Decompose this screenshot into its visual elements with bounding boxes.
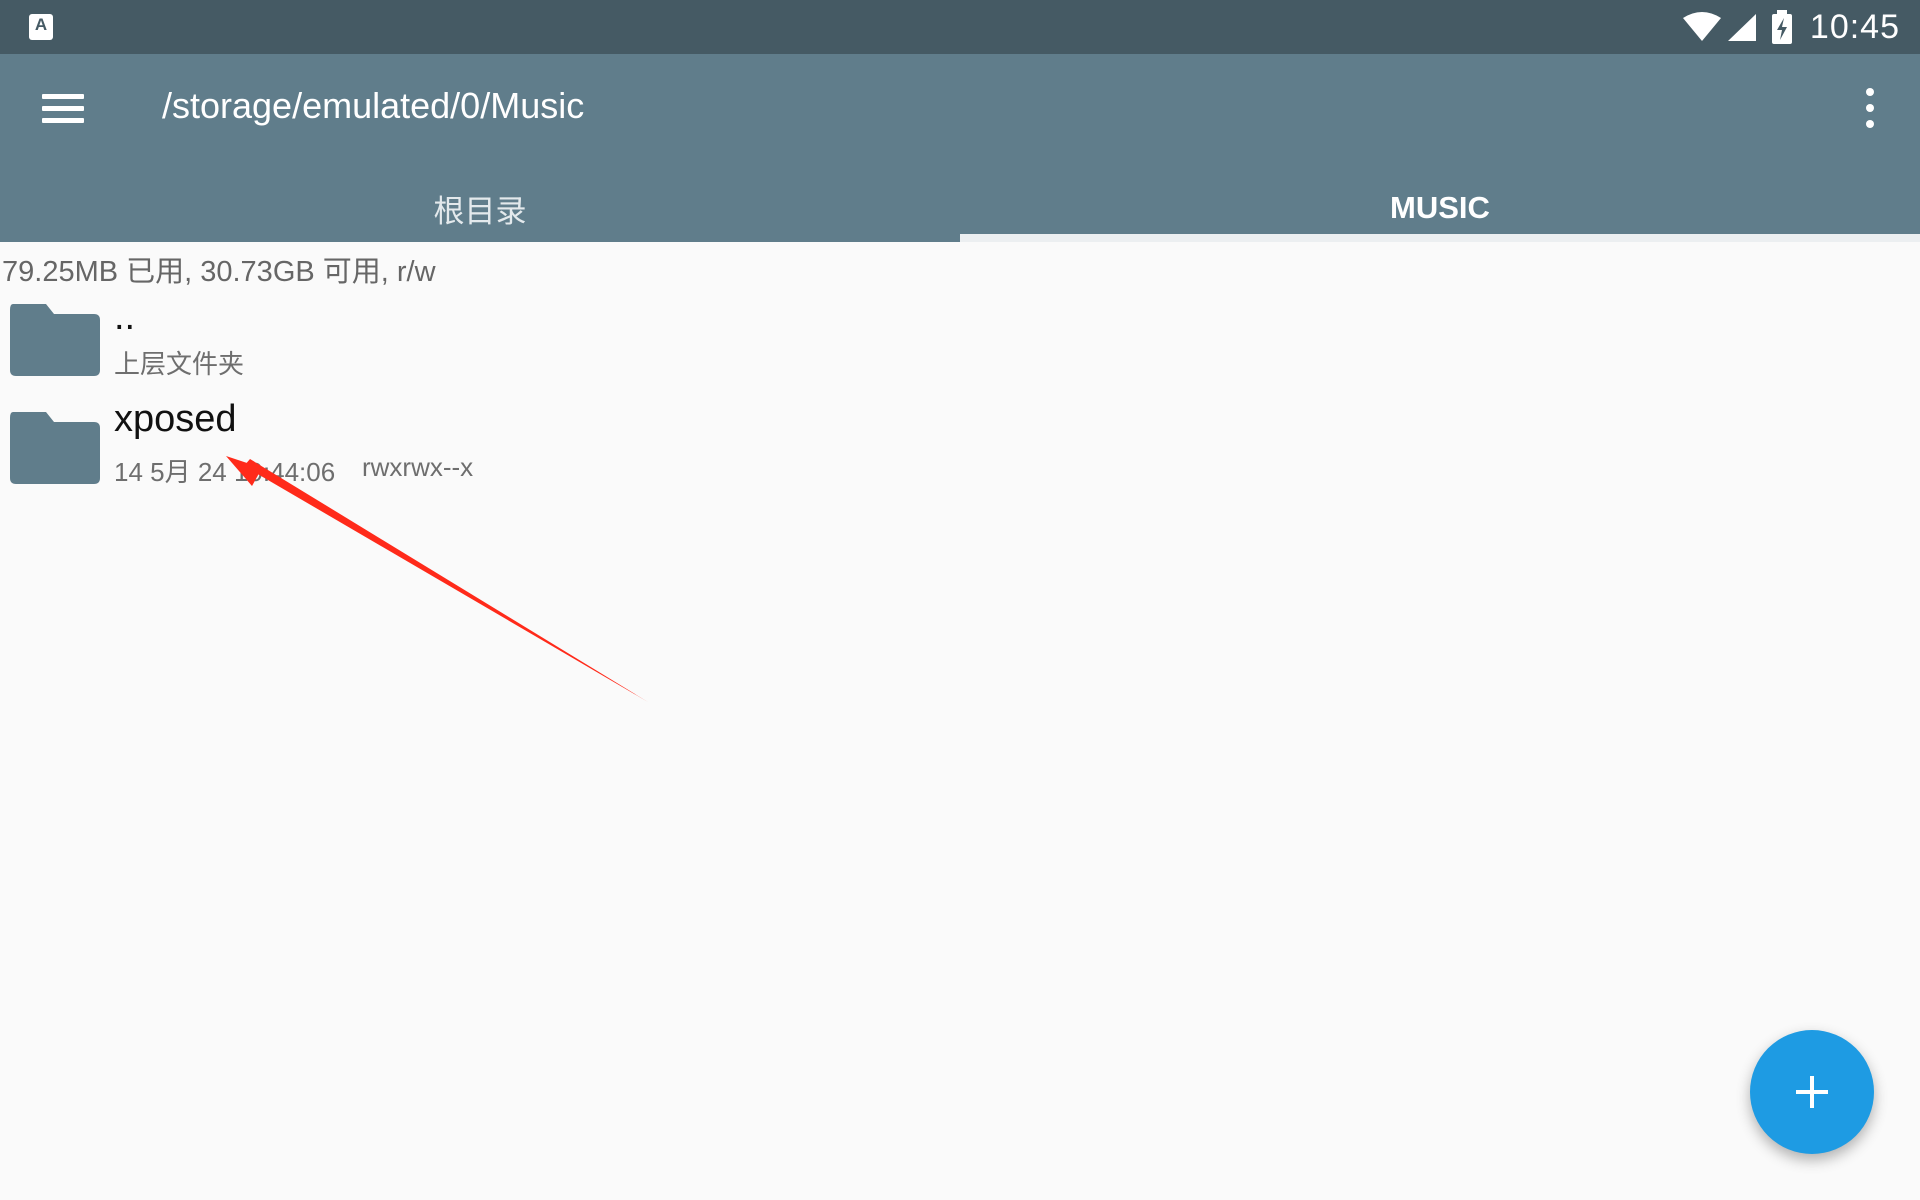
toolbar: /storage/emulated/0/Music 根目录 MUSIC [0,54,1920,242]
active-tab-indicator [960,234,1920,242]
folder-icon [10,304,100,376]
current-path-title: /storage/emulated/0/Music [162,85,585,126]
file-date: 14 5月 24 10:44:06 [114,457,336,487]
hamburger-menu-icon[interactable] [32,86,94,132]
status-icons: 10:45 [1682,0,1900,54]
status-time: 10:45 [1809,7,1900,46]
file-name: .. [114,296,136,338]
status-bar: A 10:45 [0,0,1920,54]
tab-music[interactable]: MUSIC [960,174,1920,242]
tab-root[interactable]: 根目录 [0,174,960,242]
file-name: xposed [114,398,237,440]
battery-charging-icon [1771,10,1792,44]
file-subtitle: 上层文件夹 [114,349,245,379]
list-item-parent-folder[interactable]: .. 上层文件夹 [0,296,1920,406]
more-vertical-icon[interactable] [1850,84,1890,134]
list-item-xposed[interactable]: xposed 14 5月 24 10:44:06 rwxrwx--x [0,398,1920,514]
signal-icon [1727,14,1756,41]
storage-info: 79.25MB 已用, 30.73GB 可用, r/w [2,256,436,288]
wifi-icon [1682,12,1721,41]
app-notification-icon: A [29,14,53,40]
folder-icon [10,412,100,484]
app-icon-letter: A [34,15,48,34]
file-permissions: rwxrwx--x [362,452,474,482]
tab-root-label: 根目录 [433,193,527,229]
add-fab-button[interactable] [1750,1030,1874,1154]
path-tabs: 根目录 MUSIC [0,174,1920,242]
tab-music-label: MUSIC [1390,190,1490,225]
